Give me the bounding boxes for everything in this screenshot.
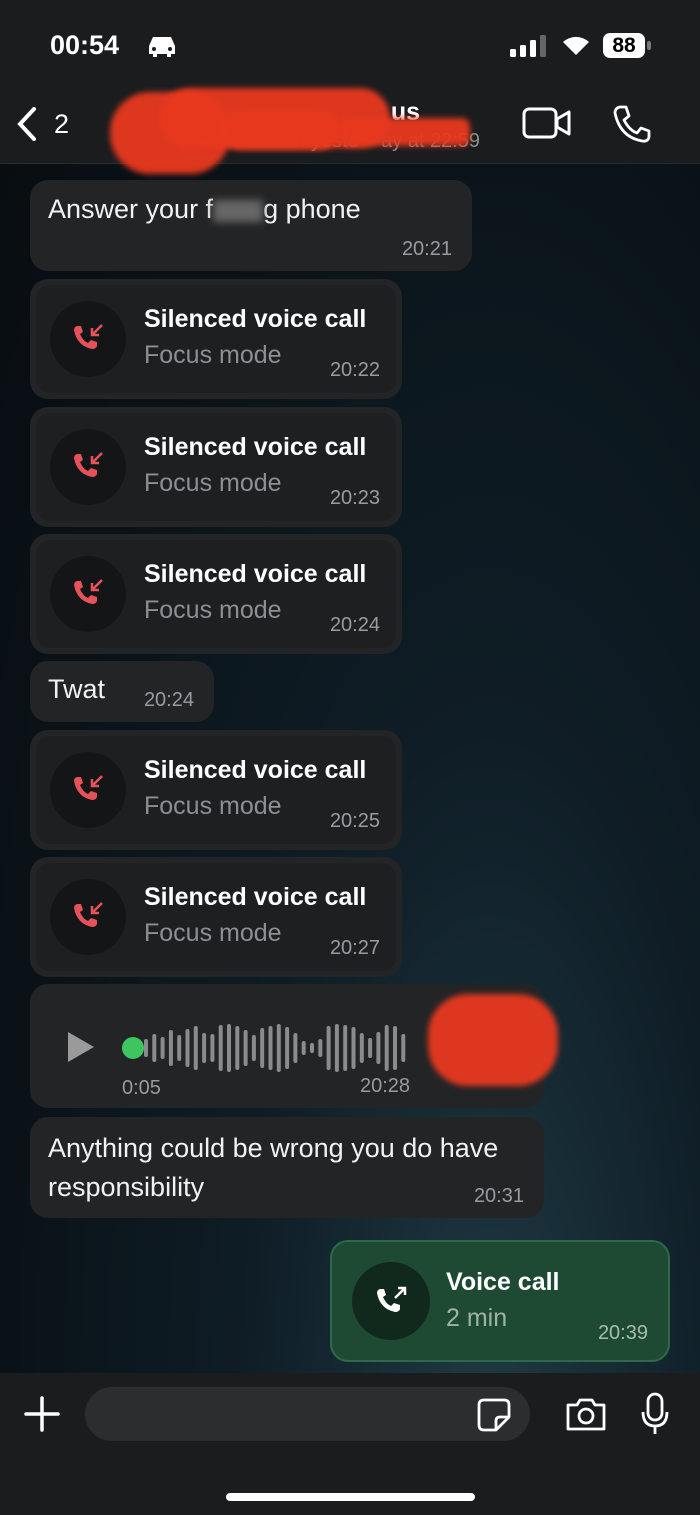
car-icon bbox=[149, 37, 175, 57]
waveform-bar bbox=[343, 1025, 348, 1071]
silenced-call-message[interactable]: Silenced voice call Focus mode 20:25 bbox=[30, 730, 402, 850]
outgoing-call-icon bbox=[377, 1286, 407, 1312]
message-time: 20:39 bbox=[597, 1322, 648, 1344]
waveform-bar bbox=[368, 1038, 373, 1058]
missed-call-icon bbox=[74, 452, 103, 477]
call-title: Silenced voice call bbox=[144, 433, 367, 461]
call-title: Silenced voice call bbox=[144, 305, 367, 333]
sticker-icon[interactable] bbox=[476, 1397, 512, 1433]
call-icon-circle bbox=[352, 1262, 430, 1340]
message-text: Twat bbox=[48, 674, 106, 704]
camera-icon[interactable] bbox=[564, 1396, 608, 1432]
waveform-bar bbox=[384, 1025, 389, 1071]
waveform-bar bbox=[260, 1028, 265, 1068]
call-subtitle: Focus mode bbox=[144, 596, 282, 624]
silenced-call-message[interactable]: Silenced voice call Focus mode 20:22 bbox=[30, 279, 402, 399]
waveform-bar bbox=[285, 1027, 290, 1069]
waveform-bar bbox=[185, 1029, 190, 1067]
missed-call-icon bbox=[74, 324, 103, 349]
battery-tip bbox=[647, 41, 651, 50]
message-time: 20:24 bbox=[329, 614, 380, 636]
message-incoming[interactable]: Anything could be wrong you do have resp… bbox=[30, 1117, 544, 1218]
call-title: Silenced voice call bbox=[144, 883, 367, 911]
waveform-bar bbox=[301, 1041, 306, 1055]
status-time: 00:54 bbox=[50, 30, 120, 60]
voice-duration: 0:05 bbox=[122, 1077, 161, 1099]
waveform-bar bbox=[218, 1025, 223, 1071]
playback-position-dot[interactable] bbox=[122, 1037, 144, 1059]
missed-call-icon bbox=[74, 579, 103, 604]
waveform-bar bbox=[318, 1039, 323, 1057]
call-title: Voice call bbox=[446, 1268, 560, 1296]
video-call-icon[interactable] bbox=[522, 106, 572, 140]
waveform-bar bbox=[293, 1033, 298, 1063]
silenced-call-message[interactable]: Silenced voice call Focus mode 20:27 bbox=[30, 857, 402, 977]
waveform-bar bbox=[376, 1032, 381, 1064]
microphone-icon[interactable] bbox=[640, 1392, 670, 1436]
message-time: 20:23 bbox=[329, 487, 380, 509]
waveform-bar bbox=[177, 1035, 182, 1061]
message-incoming[interactable]: Twat 20:24 bbox=[30, 661, 214, 722]
call-subtitle: Focus mode bbox=[144, 919, 282, 947]
waveform-bar bbox=[160, 1037, 165, 1059]
redaction-avatar bbox=[428, 994, 558, 1086]
waveform-bar bbox=[326, 1026, 331, 1070]
message-input[interactable] bbox=[85, 1387, 530, 1441]
waveform-bar bbox=[235, 1026, 240, 1070]
call-title: Silenced voice call bbox=[144, 560, 367, 588]
message-text: Answer your fg phone bbox=[48, 194, 361, 224]
waveform-bar bbox=[227, 1024, 231, 1072]
message-time: 20:31 bbox=[473, 1185, 524, 1207]
waveform-bar bbox=[243, 1030, 248, 1066]
moon-wallpaper bbox=[425, 376, 565, 572]
battery-icon: 88 bbox=[603, 33, 645, 58]
silenced-call-message[interactable]: Silenced voice call Focus mode 20:24 bbox=[30, 534, 402, 654]
call-title: Silenced voice call bbox=[144, 756, 367, 784]
blurred-word bbox=[213, 199, 264, 222]
home-indicator[interactable] bbox=[226, 1493, 475, 1501]
waveform-bar bbox=[334, 1024, 339, 1072]
redaction bbox=[220, 110, 340, 150]
message-incoming[interactable]: Answer your fg phone 20:21 bbox=[30, 180, 472, 271]
waveform[interactable] bbox=[144, 1022, 414, 1074]
missed-call-icon bbox=[74, 902, 103, 927]
call-subtitle: 2 min bbox=[446, 1304, 508, 1332]
waveform-bar bbox=[393, 1026, 397, 1070]
signal-icon bbox=[510, 35, 546, 57]
silenced-call-message[interactable]: Silenced voice call Focus mode 20:23 bbox=[30, 407, 402, 527]
message-time: 20:25 bbox=[329, 810, 380, 832]
waveform-bar bbox=[144, 1039, 148, 1057]
outgoing-call-message[interactable]: Voice call 2 min 20:39 bbox=[330, 1240, 670, 1362]
call-subtitle: Focus mode bbox=[144, 341, 282, 369]
waveform-bar bbox=[268, 1026, 273, 1070]
message-text: Anything could be wrong you do have resp… bbox=[48, 1133, 499, 1202]
back-count[interactable]: 2 bbox=[54, 109, 69, 140]
message-time: 20:21 bbox=[401, 238, 452, 260]
message-time: 20:24 bbox=[143, 689, 194, 711]
waveform-bar bbox=[202, 1033, 207, 1063]
waveform-bar bbox=[168, 1030, 173, 1066]
chevron-left-icon[interactable] bbox=[14, 106, 40, 142]
waveform-bar bbox=[351, 1027, 356, 1069]
play-icon[interactable] bbox=[66, 1030, 96, 1064]
message-time: 20:27 bbox=[329, 937, 380, 959]
missed-call-icon bbox=[74, 775, 103, 800]
message-time: 20:22 bbox=[329, 359, 380, 381]
call-subtitle: Focus mode bbox=[144, 469, 282, 497]
waveform-bar bbox=[193, 1026, 198, 1070]
waveform-bar bbox=[276, 1024, 281, 1072]
waveform-bar bbox=[152, 1034, 157, 1062]
message-time: 20:28 bbox=[360, 1075, 411, 1097]
call-subtitle: Focus mode bbox=[144, 792, 282, 820]
waveform-bar bbox=[359, 1033, 364, 1063]
waveform-bar bbox=[210, 1034, 215, 1062]
waveform-bar bbox=[401, 1034, 406, 1062]
battery-level: 88 bbox=[612, 34, 636, 57]
redaction bbox=[340, 118, 470, 146]
phone-icon[interactable] bbox=[612, 104, 652, 144]
waveform-bar bbox=[310, 1043, 314, 1053]
wifi-icon bbox=[563, 36, 589, 55]
waveform-bar bbox=[251, 1035, 256, 1061]
plus-icon[interactable] bbox=[24, 1396, 60, 1432]
